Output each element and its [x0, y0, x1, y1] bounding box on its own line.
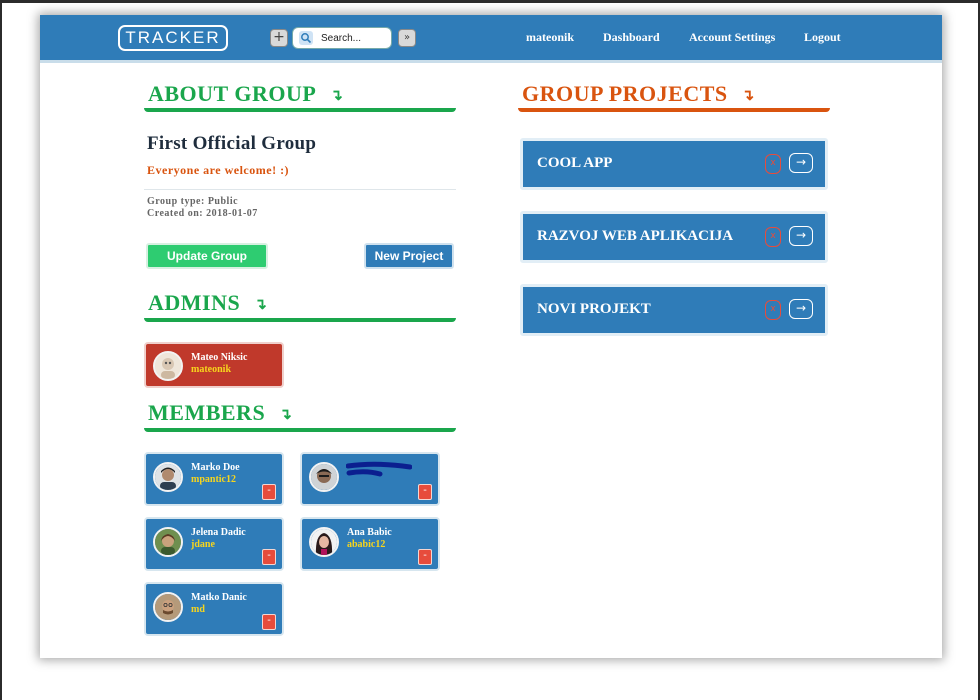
- member-card[interactable]: Marko Doe mpantic12 -: [144, 452, 284, 506]
- members-title: MEMBERS: [148, 400, 266, 425]
- member-card[interactable]: Jelena Dadic jdane -: [144, 517, 284, 571]
- nav-link-profile[interactable]: mateonik: [526, 30, 574, 45]
- avatar: [153, 527, 183, 557]
- avatar: [153, 592, 183, 622]
- member-name: Ana Babic: [347, 527, 392, 538]
- app-window: TRACKER + » mateonik Dashboard Account S…: [40, 15, 942, 658]
- member-card[interactable]: Matko Danic md -: [144, 582, 284, 636]
- member-card[interactable]: -: [300, 452, 440, 506]
- search-go-button[interactable]: »: [398, 29, 416, 47]
- project-item[interactable]: RAZVOJ WEB APLIKACIJA x →: [520, 211, 828, 263]
- member-card[interactable]: Ana Babic ababic12 -: [300, 517, 440, 571]
- member-name: Jelena Dadic: [191, 527, 246, 538]
- top-navbar: TRACKER + » mateonik Dashboard Account S…: [40, 15, 942, 63]
- screen-frame-top: [0, 0, 980, 3]
- divider: [144, 189, 456, 190]
- search-box[interactable]: [292, 27, 392, 49]
- delete-project-button[interactable]: x: [765, 227, 781, 247]
- add-button[interactable]: +: [270, 29, 288, 47]
- project-item[interactable]: COOL APP x →: [520, 138, 828, 190]
- group-type: Group type: Public: [147, 196, 239, 207]
- avatar: [153, 351, 183, 381]
- arrow-down-icon: ↴: [279, 407, 293, 423]
- member-username: jdane: [191, 539, 215, 550]
- member-username: ababic12: [347, 539, 386, 550]
- search-input[interactable]: [321, 31, 387, 45]
- project-item[interactable]: NOVI PROJEKT x →: [520, 284, 828, 336]
- avatar: [153, 462, 183, 492]
- project-name: RAZVOJ WEB APLIKACIJA: [537, 228, 734, 244]
- project-name: COOL APP: [537, 155, 613, 171]
- admins-title: ADMINS: [148, 290, 241, 315]
- open-project-arrow-icon[interactable]: →: [789, 226, 813, 246]
- about-group-title: ABOUT GROUP: [148, 81, 317, 106]
- open-project-arrow-icon[interactable]: →: [789, 153, 813, 173]
- admin-name: Mateo Niksic: [191, 352, 248, 363]
- redaction-scribble: [346, 461, 412, 477]
- nav-link-account-settings[interactable]: Account Settings: [689, 30, 775, 45]
- group-projects-heading: GROUP PROJECTS ↴: [522, 81, 755, 107]
- arrow-down-icon: ↴: [741, 88, 755, 104]
- open-project-arrow-icon[interactable]: →: [789, 299, 813, 319]
- about-group-underline: [144, 108, 456, 112]
- members-heading: MEMBERS ↴: [148, 400, 292, 426]
- remove-member-button[interactable]: -: [418, 484, 432, 500]
- member-username: md: [191, 604, 205, 615]
- about-group-heading: ABOUT GROUP ↴: [148, 81, 343, 107]
- admins-underline: [144, 318, 456, 322]
- group-projects-underline: [518, 108, 830, 112]
- admin-username: mateonik: [191, 364, 231, 375]
- remove-member-button[interactable]: -: [262, 614, 276, 630]
- delete-project-button[interactable]: x: [765, 154, 781, 174]
- remove-member-button[interactable]: -: [262, 484, 276, 500]
- group-name: First Official Group: [147, 133, 317, 154]
- tracker-logo[interactable]: TRACKER: [118, 25, 228, 51]
- nav-link-logout[interactable]: Logout: [804, 30, 841, 45]
- delete-project-button[interactable]: x: [765, 300, 781, 320]
- nav-link-dashboard[interactable]: Dashboard: [603, 30, 660, 45]
- admin-card[interactable]: Mateo Niksic mateonik: [144, 342, 284, 388]
- member-name: Marko Doe: [191, 462, 240, 473]
- project-name: NOVI PROJEKT: [537, 301, 651, 317]
- remove-member-button[interactable]: -: [262, 549, 276, 565]
- members-underline: [144, 428, 456, 432]
- search-icon: [299, 31, 313, 45]
- arrow-down-icon: ↴: [330, 88, 344, 104]
- new-project-button[interactable]: New Project: [364, 243, 454, 269]
- arrow-down-icon: ↴: [254, 297, 268, 313]
- member-username: mpantic12: [191, 474, 236, 485]
- remove-member-button[interactable]: -: [418, 549, 432, 565]
- admins-heading: ADMINS ↴: [148, 290, 267, 316]
- screen-frame-left: [0, 0, 2, 700]
- group-projects-title: GROUP PROJECTS: [522, 81, 728, 106]
- avatar: [309, 527, 339, 557]
- member-name: Matko Danic: [191, 592, 247, 603]
- avatar: [309, 462, 339, 492]
- update-group-button[interactable]: Update Group: [146, 243, 268, 269]
- group-description: Everyone are welcome! :): [147, 163, 290, 177]
- group-created-date: Created on: 2018-01-07: [147, 208, 258, 219]
